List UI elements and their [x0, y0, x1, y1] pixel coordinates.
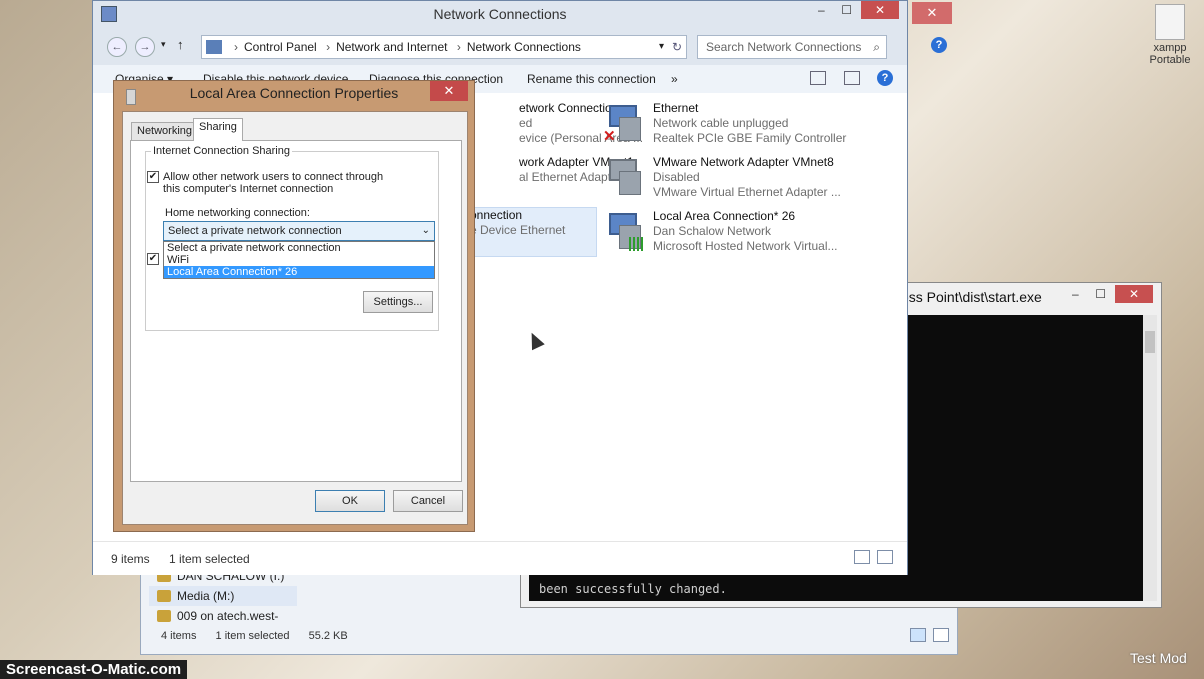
disconnected-x-icon: ✕ — [603, 128, 616, 145]
preview-pane-icon[interactable] — [843, 70, 860, 85]
forward-arrow-icon[interactable]: → — [135, 37, 155, 57]
minimize-button[interactable]: ‒ — [1064, 285, 1086, 303]
dropdown-option[interactable]: Select a private network connection — [164, 242, 434, 254]
settings-button[interactable]: Settings... — [363, 291, 433, 313]
maximize-button[interactable]: ☐ — [836, 1, 858, 19]
ok-button[interactable]: OK — [315, 490, 385, 512]
close-button[interactable]: ✕ — [430, 81, 468, 101]
chevron-down-icon: ⌄ — [421, 225, 430, 236]
list-item-local-area-connection-26[interactable]: Local Area Connection* 26 Dan Schalow Ne… — [603, 209, 853, 259]
selected-count: 1 item selected — [169, 552, 250, 566]
home-connection-select[interactable]: Select a private network connection ⌄ — [163, 221, 435, 241]
tree-item-network-share[interactable]: 009 on atech.west- — [149, 606, 297, 626]
folder-icon — [157, 610, 171, 622]
chevron-down-icon[interactable]: ▾ — [659, 36, 664, 58]
selected-size: 55.2 KB — [308, 630, 348, 642]
breadcrumb-control-panel[interactable]: Control Panel — [244, 40, 317, 54]
dropdown-option[interactable]: WiFi — [164, 254, 434, 266]
console-title: ess Point\dist\start.exe — [901, 289, 1042, 305]
large-icons-view-icon[interactable] — [877, 550, 893, 564]
minimize-button[interactable]: ‒ — [810, 1, 832, 19]
drive-icon — [157, 590, 171, 602]
maximize-button[interactable]: ☐ — [1090, 285, 1112, 303]
file-icon — [1155, 4, 1185, 40]
item-count: 9 items — [111, 552, 150, 566]
background-close-button[interactable]: ✕ — [912, 2, 952, 24]
dialog-title: Local Area Connection Properties — [189, 85, 399, 101]
dialog-body: Networking Sharing Internet Connection S… — [122, 111, 468, 525]
large-icons-view-icon[interactable] — [933, 628, 949, 642]
desktop-icon-label: xampp Portable — [1149, 42, 1191, 66]
status-bar: 4 items 1 item selected 55.2 KB — [161, 630, 364, 642]
network-adapter-icon — [603, 211, 643, 253]
recent-locations-icon[interactable]: ▾ — [161, 39, 166, 50]
status-bar: 9 items 1 item selected — [93, 541, 907, 575]
signal-bars-icon — [629, 237, 643, 251]
item-count: 4 items — [161, 630, 197, 642]
close-button[interactable]: ✕ — [861, 1, 899, 19]
title-bar: Network Connections ‒ ☐ ✕ — [93, 1, 907, 29]
address-box[interactable]: › Control Panel › Network and Internet › Ne… — [201, 35, 687, 59]
desktop-icon-xampp[interactable]: xampp Portable — [1140, 0, 1200, 72]
network-adapter-icon — [603, 157, 641, 199]
allow-sharing-label: Allow other network users to connect thr… — [163, 171, 384, 195]
console-scrollbar[interactable] — [1143, 315, 1157, 601]
list-item-ethernet[interactable]: ✕ Ethernet Network cable unplugged Realt… — [603, 101, 853, 151]
back-arrow-icon[interactable]: ← — [107, 37, 127, 57]
scroll-thumb[interactable] — [1145, 331, 1155, 353]
change-view-icon[interactable] — [810, 70, 827, 85]
breadcrumb-network-connections[interactable]: Network Connections — [467, 40, 581, 54]
details-view-icon[interactable] — [853, 550, 870, 564]
properties-dialog[interactable]: Local Area Connection Properties ✕ Netwo… — [113, 80, 475, 532]
selected-count: 1 item selected — [215, 630, 290, 642]
cancel-button[interactable]: Cancel — [393, 490, 463, 512]
connection-dropdown-list: Select a private network connection WiFi… — [163, 241, 435, 279]
watermark: Screencast-O-Matic.com — [0, 660, 188, 679]
details-view-icon[interactable] — [909, 628, 926, 642]
help-icon[interactable]: ? — [877, 70, 893, 86]
address-bar-row: ← → ▾ ↑ › Control Panel › Network and Inte… — [103, 33, 899, 59]
breadcrumb-network-internet[interactable]: Network and Internet — [336, 40, 447, 54]
navigation-tree: DAN SCHALOW (I:) Media (M:) 009 on atech… — [149, 566, 297, 626]
list-item-local-area-connection[interactable]: onnection e Device Ethernet — [469, 207, 597, 257]
dropdown-option-selected[interactable]: Local Area Connection* 26 — [164, 266, 434, 278]
help-icon[interactable]: ? — [931, 37, 947, 53]
group-label: Internet Connection Sharing — [151, 145, 292, 157]
allow-sharing-checkbox[interactable]: ✔ — [147, 171, 159, 183]
test-mode-label: Test Mod — [1130, 650, 1187, 666]
more-commands-button[interactable]: » — [671, 72, 678, 86]
window-title: Network Connections — [433, 6, 567, 22]
rename-button[interactable]: Rename this connection — [527, 72, 656, 86]
search-icon[interactable]: ⌕ — [873, 36, 880, 58]
tab-sharing[interactable]: Sharing — [193, 118, 243, 141]
home-networking-label: Home networking connection: — [165, 207, 310, 219]
refresh-icon[interactable]: ↻ — [672, 36, 682, 58]
control-panel-icon — [206, 40, 222, 54]
list-item-vmnet8[interactable]: VMware Network Adapter VMnet8 Disabled V… — [603, 155, 853, 205]
sharing-panel: Internet Connection Sharing ✔ Allow othe… — [130, 140, 462, 482]
tab-networking[interactable]: Networking — [131, 122, 199, 140]
allow-control-checkbox[interactable]: ✔ — [147, 253, 159, 265]
up-arrow-icon[interactable]: ↑ — [177, 37, 184, 52]
close-button[interactable]: ✕ — [1115, 285, 1153, 303]
network-adapter-icon: ✕ — [603, 103, 641, 145]
console-line: been successfully changed. — [539, 582, 727, 596]
tree-item-media[interactable]: Media (M:) — [149, 586, 297, 606]
search-input[interactable]: Search Network Connections ⌕ — [697, 35, 887, 59]
